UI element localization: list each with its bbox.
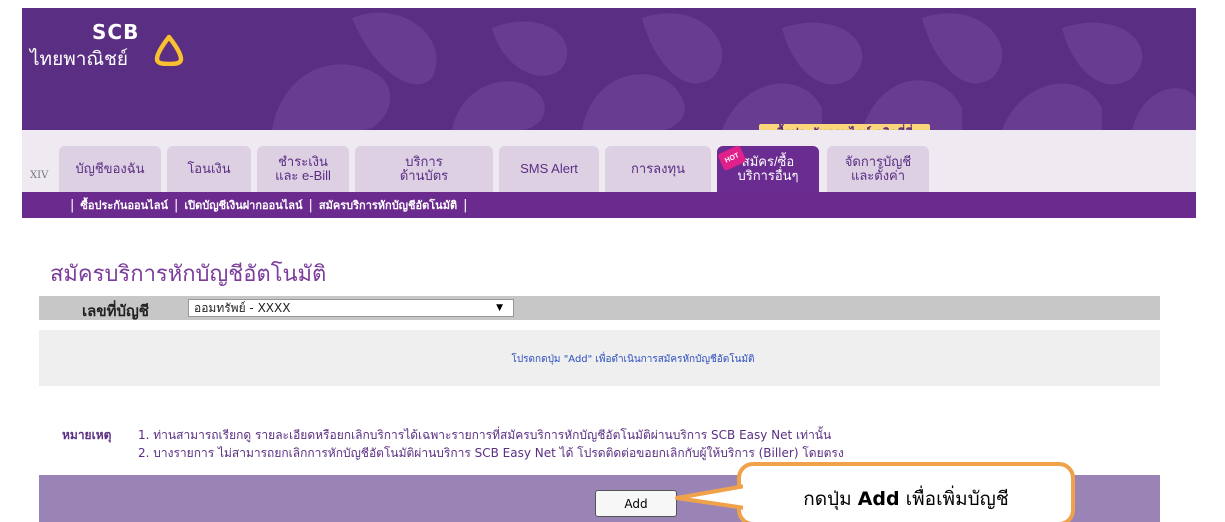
- callout-prefix: กดปุ่ม: [803, 488, 858, 510]
- subnav-divider: |: [463, 197, 468, 213]
- callout-bold: Add: [857, 488, 900, 510]
- account-select-value: ออมทรัพย์ - XXXX: [194, 301, 291, 315]
- tab-transfer[interactable]: โอนเงิน: [167, 146, 251, 192]
- subnav-divider: |: [70, 197, 75, 213]
- info-panel: โปรดกดปุ่ม "Add" เพื่อดำเนินการสมัครหักบ…: [39, 330, 1160, 386]
- page: { "brand": {"en": "SCB", "th": "ไทยพาณิช…: [0, 0, 1225, 522]
- callout-suffix: เพื่อเพิ่มบัญชี: [899, 488, 1009, 510]
- tab-sms-alert[interactable]: SMS Alert: [499, 146, 599, 192]
- dropdown-arrow-icon: ▼: [496, 303, 503, 313]
- subnav-open-deposit[interactable]: เปิดบัญชีเงินฝากออนไลน์: [184, 196, 302, 214]
- callout-annotation: กดปุ่ม Add เพื่อเพิ่มบัญชี: [675, 462, 1075, 522]
- logo-en: SCB: [92, 20, 140, 44]
- subnav-auto-debit[interactable]: สมัครบริการหักบัญชีอัตโนมัติ: [319, 196, 457, 214]
- note-item-2: 2. บางรายการ ไม่สามารถยกเลิกการหักบัญชีอ…: [138, 446, 844, 460]
- subnav-divider: |: [173, 197, 179, 213]
- note-item-1: 1. ท่านสามารถเรียกดู รายละเอียดหรือยกเลิ…: [138, 428, 832, 442]
- add-button[interactable]: Add: [595, 490, 677, 517]
- tab-investment[interactable]: การลงทุน: [605, 146, 711, 192]
- tab-card-services[interactable]: บริการ ด้านบัตร: [355, 146, 493, 192]
- banner-pattern: [22, 8, 1196, 130]
- page-title: สมัครบริการหักบัญชีอัตโนมัติ: [50, 262, 327, 287]
- account-label: เลขที่บัญชี: [82, 302, 149, 320]
- tab-my-account[interactable]: บัญชีของฉัน: [59, 146, 161, 192]
- callout-text: กดปุ่ม Add เพื่อเพิ่มบัญชี: [741, 484, 1071, 514]
- note-label: หมายเหตุ: [62, 428, 112, 442]
- account-row: เลขที่บัญชี ออมทรัพย์ - XXXX ▼: [39, 296, 1160, 320]
- logo-th: ไทยพาณิชย์: [30, 48, 129, 70]
- scb-logo-mark-icon: [154, 34, 184, 66]
- subnav-buy-insurance[interactable]: ซื้อประกันออนไลน์: [80, 196, 168, 214]
- account-select[interactable]: ออมทรัพย์ - XXXX ▼: [188, 299, 514, 317]
- tab-payment-ebill[interactable]: ชำระเงิน และ e-Bill: [257, 146, 349, 192]
- sub-nav: | ซื้อประกันออนไลน์ | เปิดบัญชีเงินฝากออ…: [22, 192, 1196, 218]
- header-banner: SCB ไทยพาณิชย์: [22, 8, 1196, 130]
- edge-label: XIV: [30, 170, 49, 181]
- info-message: โปรดกดปุ่ม "Add" เพื่อดำเนินการสมัครหักบ…: [511, 354, 755, 365]
- subnav-divider: |: [308, 197, 313, 213]
- tab-manage-settings[interactable]: จัดการบัญชี และตั้งค่า: [827, 146, 929, 192]
